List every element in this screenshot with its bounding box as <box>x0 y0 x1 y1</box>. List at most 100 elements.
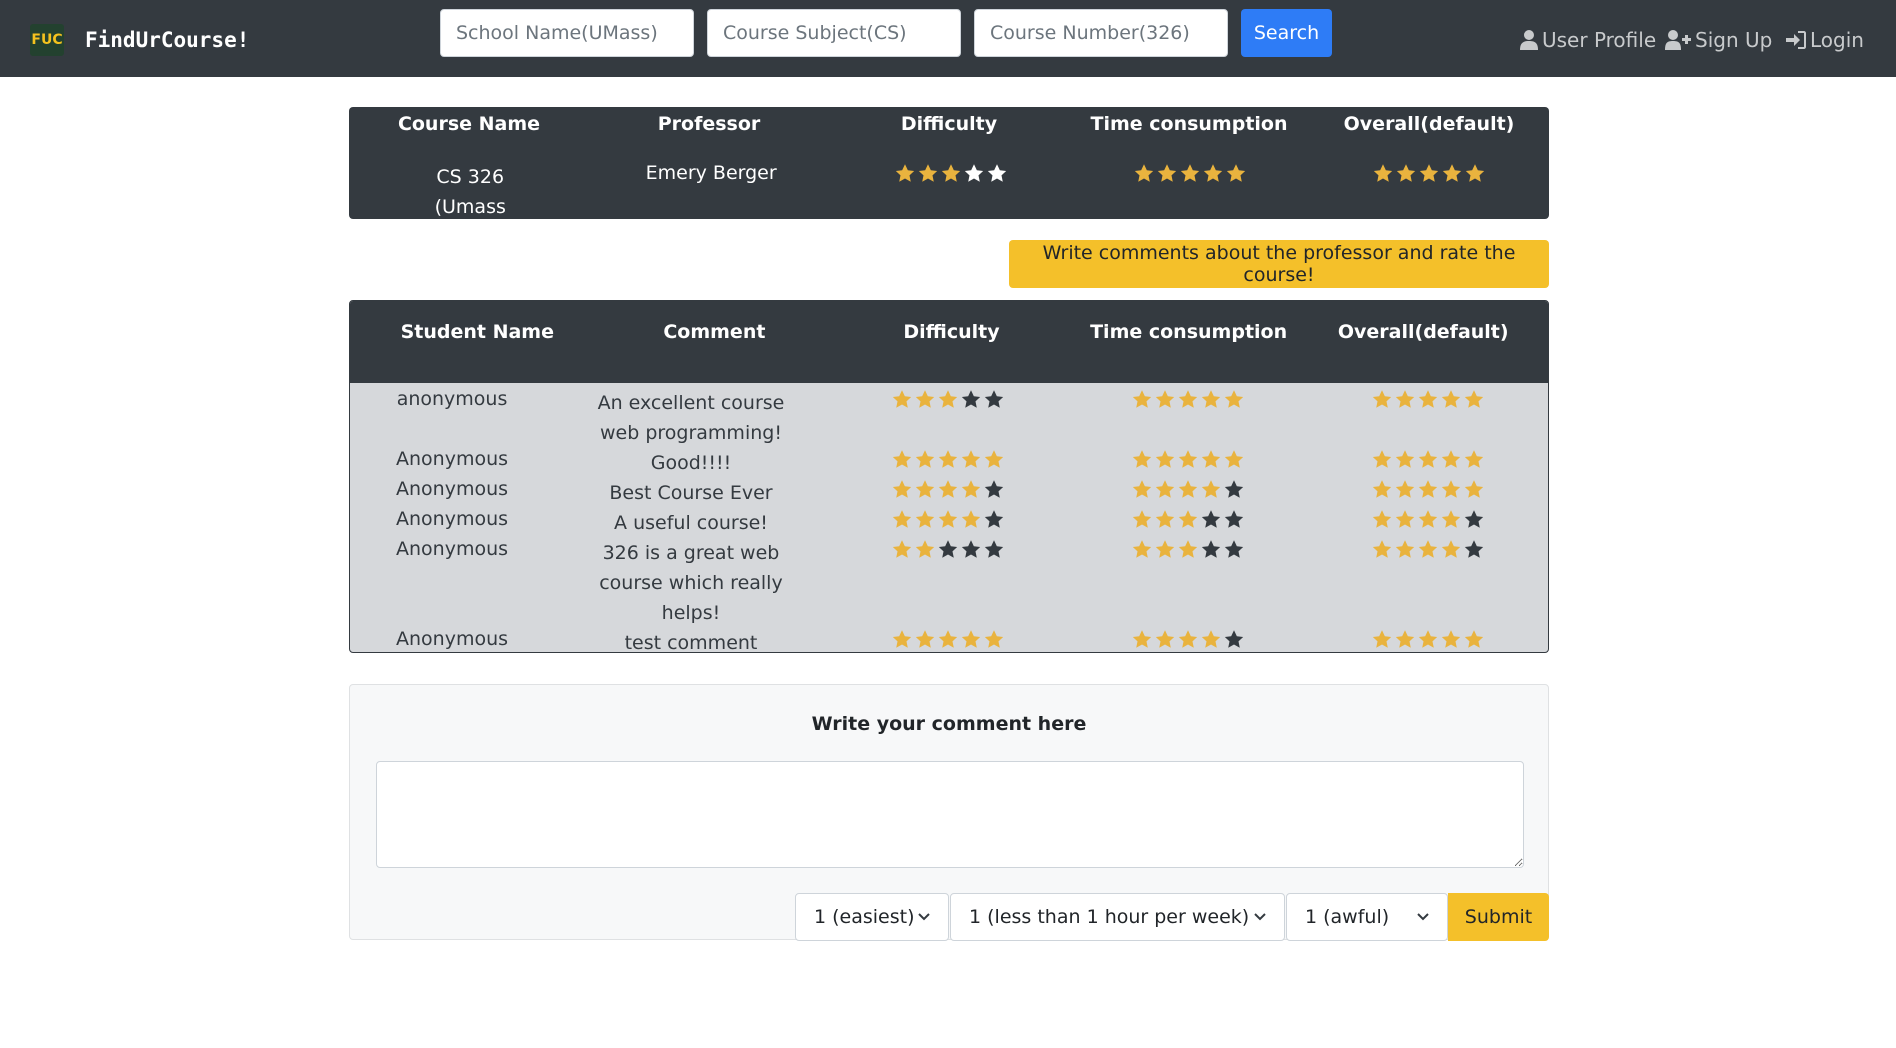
star-filled-icon <box>1155 480 1175 498</box>
header-difficulty: Difficulty <box>903 321 1000 343</box>
star-filled-icon <box>938 390 958 408</box>
comment-textarea[interactable] <box>376 761 1524 868</box>
professor-name: Emery Berger <box>645 162 777 184</box>
login-link[interactable]: Login <box>1786 24 1864 56</box>
star-filled-icon <box>938 480 958 498</box>
sign-up-link[interactable]: Sign Up <box>1665 24 1772 56</box>
star-filled-icon <box>1372 630 1392 648</box>
difficulty-rating <box>831 162 1070 252</box>
star-filled-icon <box>1464 450 1484 468</box>
star-filled-icon <box>961 630 981 648</box>
brand-name[interactable]: FindUrCourse! <box>85 24 249 56</box>
star-filled-icon <box>961 510 981 528</box>
comment-row: anonymous An excellent course web program… <box>350 388 1548 448</box>
star-empty-icon <box>1224 510 1244 528</box>
student-name: anonymous <box>396 388 508 410</box>
star-filled-icon <box>892 480 912 498</box>
overall-rating <box>1308 508 1548 538</box>
star-filled-icon <box>961 450 981 468</box>
star-filled-icon <box>1441 540 1461 558</box>
comment-row: Anonymous Good!!!! <box>350 448 1548 478</box>
overall-select-value: 1 (awful) <box>1305 906 1390 928</box>
star-filled-icon <box>1464 480 1484 498</box>
time-consumption-rating <box>1068 508 1308 538</box>
star-filled-icon <box>1418 540 1438 558</box>
student-name: Anonymous <box>396 508 509 530</box>
chevron-down-icon <box>1417 913 1429 921</box>
star-empty-icon <box>1201 510 1221 528</box>
course-subject-input[interactable] <box>707 9 961 57</box>
star-filled-icon <box>1418 480 1438 498</box>
brand-logo[interactable]: FUC <box>30 24 64 56</box>
overall-select[interactable]: 1 (awful) <box>1286 893 1448 941</box>
comment-text: Best Course Ever <box>609 482 773 504</box>
star-filled-icon <box>1418 510 1438 528</box>
submit-button[interactable]: Submit <box>1448 893 1549 941</box>
write-comment-button[interactable]: Write comments about the professor and r… <box>1009 240 1549 288</box>
overall-rating <box>1308 538 1548 628</box>
star-empty-icon <box>964 164 983 182</box>
star-filled-icon <box>1464 630 1484 648</box>
star-filled-icon <box>1226 164 1246 182</box>
star-filled-icon <box>1178 390 1198 408</box>
star-filled-icon <box>1201 450 1221 468</box>
star-filled-icon <box>1418 390 1438 408</box>
star-filled-icon <box>984 450 1004 468</box>
chevron-down-icon <box>1254 913 1266 921</box>
star-filled-icon <box>1372 510 1392 528</box>
comment-row: Anonymous Best Course Ever <box>350 478 1548 508</box>
star-filled-icon <box>961 480 981 498</box>
star-filled-icon <box>1420 164 1439 182</box>
star-filled-icon <box>1395 480 1415 498</box>
header-time-consumption: Time consumption <box>1090 113 1288 135</box>
form-title: Write your comment here <box>811 713 1087 735</box>
star-filled-icon <box>1132 630 1152 648</box>
time-consumption-rating <box>1070 162 1309 252</box>
star-empty-icon <box>1224 630 1244 648</box>
header-student-name: Student Name <box>400 321 554 343</box>
star-filled-icon <box>915 510 935 528</box>
user-profile-link[interactable]: User Profile <box>1520 24 1656 56</box>
star-filled-icon <box>984 630 1004 648</box>
header-overall: Overall(default) <box>1343 113 1515 135</box>
star-filled-icon <box>1466 164 1485 182</box>
user-icon <box>1520 30 1538 50</box>
star-filled-icon <box>1464 390 1484 408</box>
star-empty-icon <box>1201 540 1221 558</box>
star-filled-icon <box>1441 630 1461 648</box>
difficulty-rating <box>828 388 1068 448</box>
star-filled-icon <box>1372 450 1392 468</box>
comment-text: An excellent course web programming! <box>597 392 785 444</box>
star-filled-icon <box>1178 510 1198 528</box>
difficulty-rating <box>828 628 1068 652</box>
star-filled-icon <box>892 630 912 648</box>
time-consumption-rating <box>1068 628 1308 652</box>
time-consumption-rating <box>1068 388 1308 448</box>
overall-rating <box>1308 388 1548 448</box>
star-filled-icon <box>1201 480 1221 498</box>
student-name: Anonymous <box>396 628 509 650</box>
header-comment: Comment <box>663 321 766 343</box>
course-row: CS 326 (Umass Amherst) Emery Berger <box>349 162 1549 252</box>
star-filled-icon <box>1397 164 1416 182</box>
search-button[interactable]: Search <box>1241 9 1332 57</box>
star-empty-icon <box>961 390 981 408</box>
difficulty-select[interactable]: 1 (easiest) <box>795 893 949 941</box>
star-filled-icon <box>915 450 935 468</box>
overall-rating <box>1308 478 1548 508</box>
star-filled-icon <box>938 450 958 468</box>
star-filled-icon <box>1132 450 1152 468</box>
star-empty-icon <box>1464 540 1484 558</box>
time-consumption-select[interactable]: 1 (less than 1 hour per week) <box>950 893 1285 941</box>
star-filled-icon <box>1155 540 1175 558</box>
navbar: FUC FindUrCourse! Search User Profile Si… <box>0 0 1896 77</box>
star-empty-icon <box>1464 510 1484 528</box>
user-plus-icon <box>1665 30 1691 50</box>
difficulty-rating <box>828 538 1068 628</box>
sign-up-label: Sign Up <box>1695 28 1773 52</box>
course-number-input[interactable] <box>974 9 1228 57</box>
school-name-input[interactable] <box>440 9 694 57</box>
student-name: Anonymous <box>396 448 509 470</box>
star-empty-icon <box>984 480 1004 498</box>
star-filled-icon <box>1178 480 1198 498</box>
